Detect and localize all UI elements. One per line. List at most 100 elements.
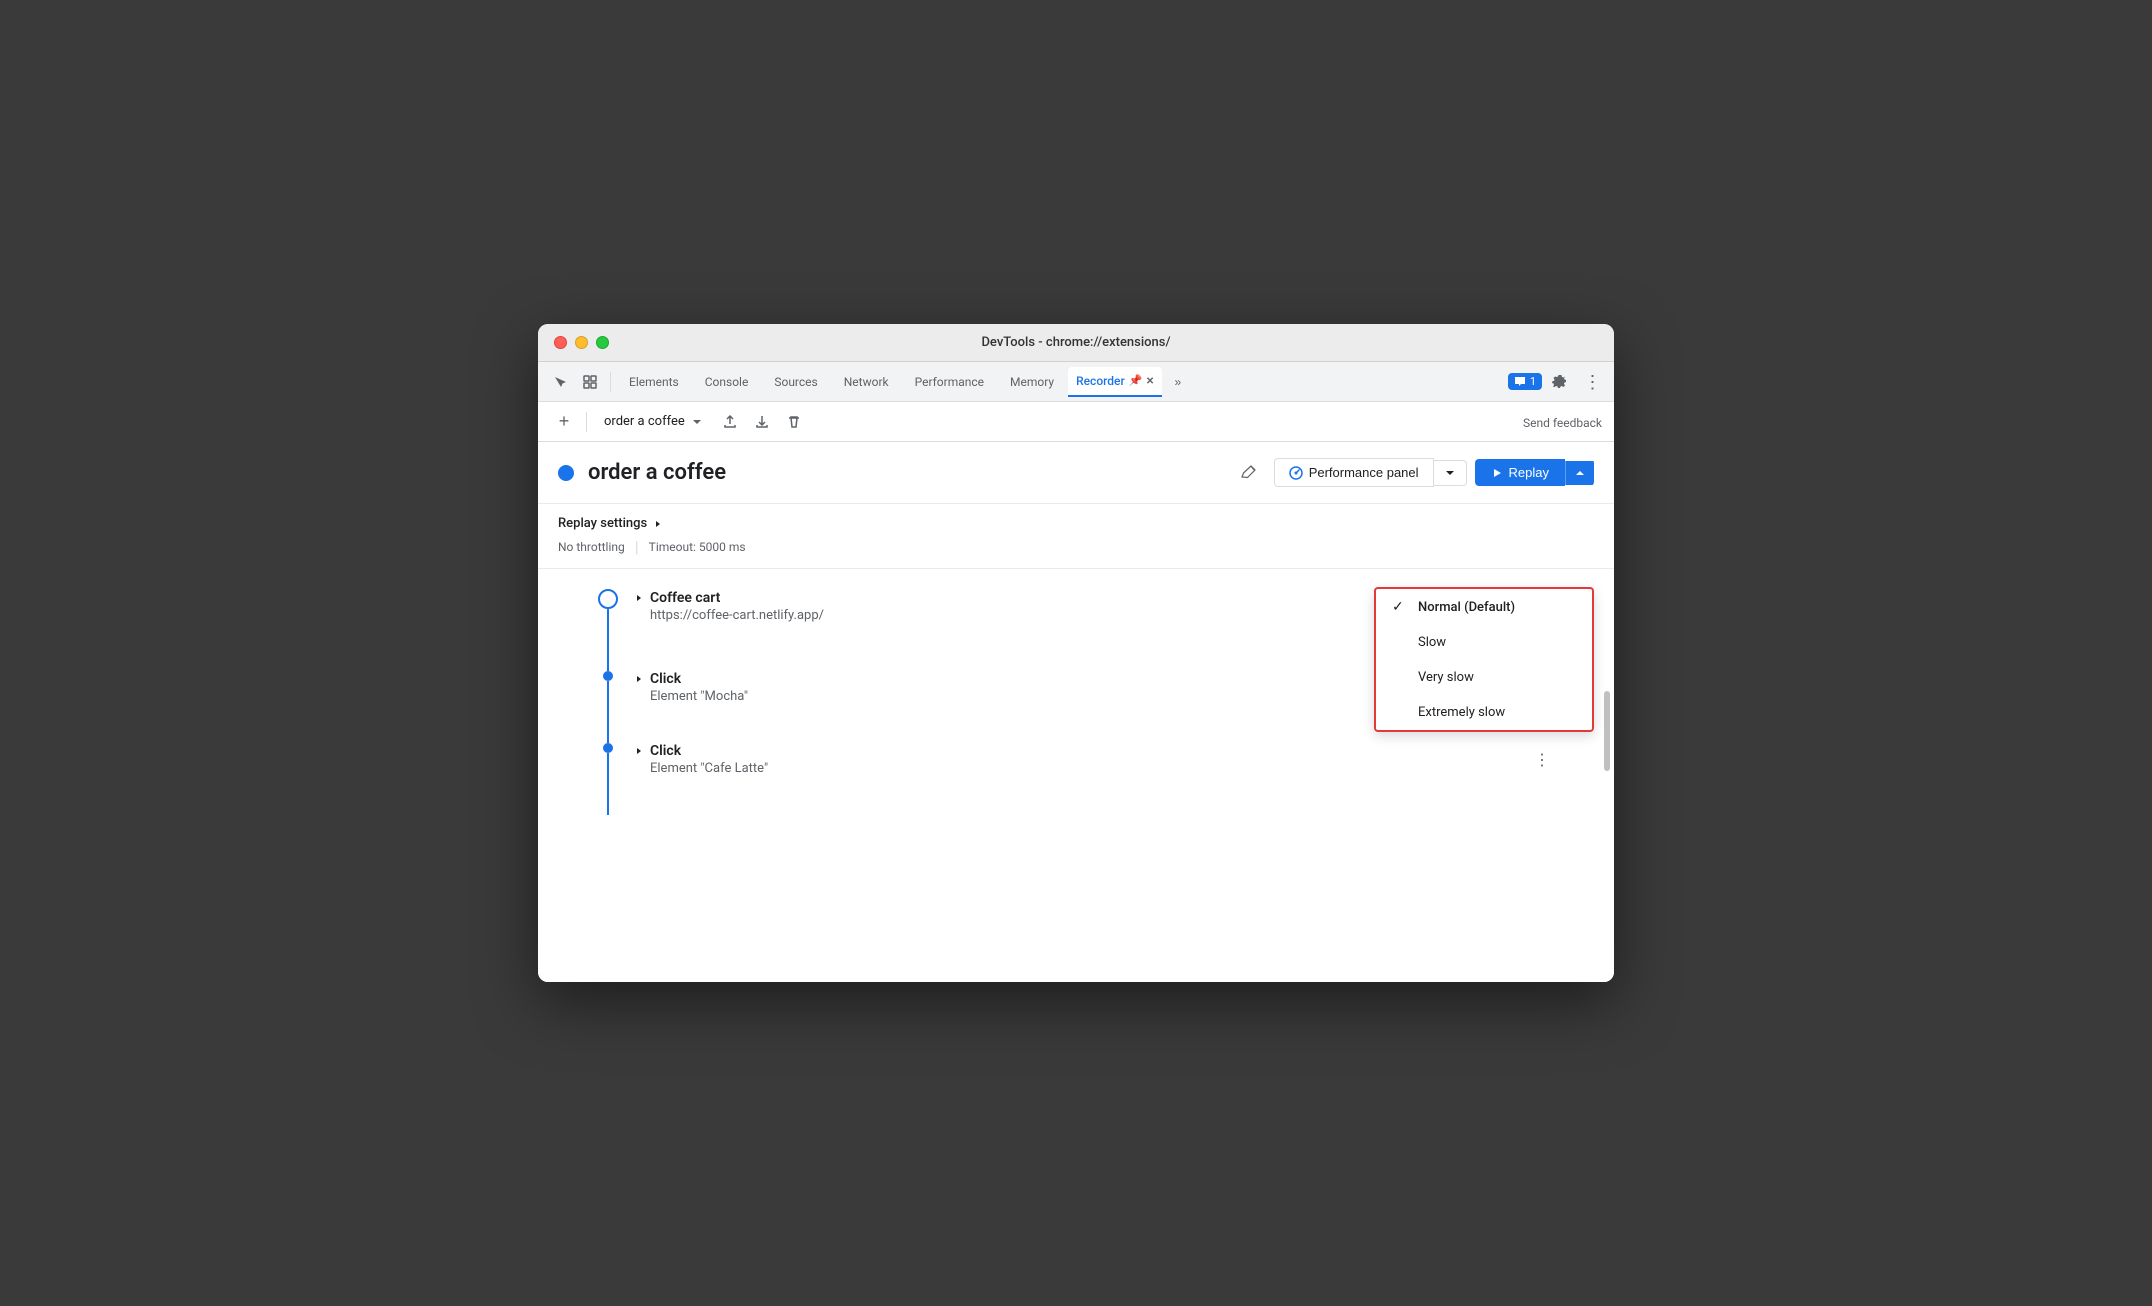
tab-network[interactable]: Network xyxy=(832,369,901,395)
speed-dropdown: ✓ Normal (Default) Slow Very slow Extrem… xyxy=(1374,587,1594,732)
recording-header: order a coffee Performance panel xyxy=(538,442,1614,504)
traffic-lights xyxy=(554,336,609,349)
speed-option-very-slow[interactable]: Very slow xyxy=(1376,660,1592,695)
checkmark-icon: ✓ xyxy=(1392,599,1408,615)
cursor-icon xyxy=(553,375,567,389)
export-btn[interactable] xyxy=(716,408,744,436)
replay-settings-title[interactable]: Replay settings xyxy=(558,516,1594,531)
tab-console[interactable]: Console xyxy=(693,369,761,395)
tab-recorder[interactable]: Recorder 📌 × xyxy=(1068,367,1162,397)
step-vertical-line-1 xyxy=(607,609,609,671)
send-feedback-link[interactable]: Send feedback xyxy=(1523,416,1602,430)
step-node-mocha xyxy=(598,671,618,743)
tab-sources[interactable]: Sources xyxy=(762,369,829,395)
vertical-dots-icon: ⋮ xyxy=(1584,373,1601,391)
performance-panel-btn[interactable]: Performance panel xyxy=(1274,458,1434,487)
step-node-coffee-cart xyxy=(598,589,618,671)
play-icon xyxy=(1491,467,1503,479)
step-vertical-line-2 xyxy=(607,681,609,743)
replay-button-group: Replay xyxy=(1475,459,1594,486)
devtools-window: DevTools - chrome://extensions/ Elements… xyxy=(538,324,1614,982)
more-options-btn[interactable]: ⋮ xyxy=(1578,368,1606,396)
step-content-cafe-latte: Click Element "Cafe Latte" ⋮ xyxy=(634,743,1554,776)
speed-option-extremely-slow[interactable]: Extremely slow xyxy=(1376,695,1592,730)
settings-separator: | xyxy=(635,537,639,556)
gear-icon xyxy=(1552,374,1568,390)
chevron-down-icon-perf xyxy=(1444,467,1456,479)
delete-btn[interactable] xyxy=(780,408,808,436)
step-vertical-line-3 xyxy=(607,753,609,815)
performance-panel-group: Performance panel xyxy=(1274,458,1467,487)
tab-separator-1 xyxy=(610,372,611,392)
add-recording-btn[interactable]: + xyxy=(550,408,578,436)
step-subtitle-cafe-latte: Element "Cafe Latte" xyxy=(634,761,1530,776)
chat-badge[interactable]: 1 xyxy=(1508,373,1542,390)
tab-recorder-label: Recorder xyxy=(1076,374,1125,388)
pencil-icon xyxy=(1240,465,1256,481)
speed-option-extremely-slow-label: Extremely slow xyxy=(1418,705,1576,720)
step-more-btn-3[interactable]: ⋮ xyxy=(1530,748,1554,772)
inspect-icon-btn[interactable] xyxy=(576,368,604,396)
recording-selector[interactable]: order a coffee xyxy=(595,409,712,434)
titlebar: DevTools - chrome://extensions/ xyxy=(538,324,1614,362)
step-expand-icon-3[interactable] xyxy=(634,746,644,756)
step-title-coffee-cart: Coffee cart xyxy=(650,590,720,606)
step-circle-outer xyxy=(598,589,618,609)
cursor-icon-btn[interactable] xyxy=(546,368,574,396)
chat-icon xyxy=(1514,376,1526,388)
edit-recording-title-btn[interactable] xyxy=(1234,459,1262,487)
speed-option-slow[interactable]: Slow xyxy=(1376,625,1592,660)
more-tabs-btn[interactable]: » xyxy=(1164,368,1192,396)
scrollbar[interactable] xyxy=(1602,569,1610,875)
speed-option-slow-label: Slow xyxy=(1418,635,1576,650)
speed-option-normal-label: Normal (Default) xyxy=(1418,600,1576,615)
main-content: order a coffee Performance panel xyxy=(538,442,1614,982)
chevron-right-icon: » xyxy=(1175,375,1182,389)
speed-option-very-slow-label: Very slow xyxy=(1418,670,1576,685)
tab-performance[interactable]: Performance xyxy=(903,369,996,395)
tab-memory[interactable]: Memory xyxy=(998,369,1066,395)
performance-panel-label: Performance panel xyxy=(1309,465,1419,480)
import-btn[interactable] xyxy=(748,408,776,436)
step-row-cafe-latte: Click Element "Cafe Latte" ⋮ xyxy=(634,743,1554,776)
speed-option-normal[interactable]: ✓ Normal (Default) xyxy=(1376,589,1592,625)
replay-dropdown-btn[interactable] xyxy=(1565,461,1594,485)
replay-settings-label: Replay settings xyxy=(558,516,647,531)
scrollbar-thumb[interactable] xyxy=(1604,691,1610,771)
chevron-down-icon xyxy=(691,416,703,428)
timeout-label: Timeout: 5000 ms xyxy=(649,540,746,554)
maximize-button[interactable] xyxy=(596,336,609,349)
recording-selector-label: order a coffee xyxy=(604,414,685,429)
throttling-label: No throttling xyxy=(558,540,625,554)
window-title: DevTools - chrome://extensions/ xyxy=(981,335,1170,350)
step-expand-icon-1[interactable] xyxy=(634,593,644,603)
step-expand-icon-2[interactable] xyxy=(634,674,644,684)
toolbar: + order a coffee xyxy=(538,402,1614,442)
replay-main-btn[interactable]: Replay xyxy=(1475,459,1565,486)
trash-icon xyxy=(786,414,802,430)
tab-elements[interactable]: Elements xyxy=(617,369,691,395)
toolbar-separator xyxy=(586,412,587,432)
toolbar-right: Send feedback xyxy=(1523,412,1602,431)
step-dot-mocha xyxy=(603,671,613,681)
performance-panel-icon xyxy=(1289,466,1303,480)
replay-settings-section: Replay settings No throttling | Timeout:… xyxy=(538,504,1614,569)
toolbar-actions xyxy=(716,408,808,436)
tabbar: Elements Console Sources Network Perform… xyxy=(538,362,1614,402)
minimize-button[interactable] xyxy=(575,336,588,349)
close-button[interactable] xyxy=(554,336,567,349)
settings-btn[interactable] xyxy=(1546,368,1574,396)
recording-title: order a coffee xyxy=(588,460,1234,485)
chat-count: 1 xyxy=(1530,375,1536,388)
chevron-up-icon xyxy=(1574,467,1586,479)
step-info-cafe-latte: Click Element "Cafe Latte" xyxy=(634,743,1530,776)
upload-icon xyxy=(722,414,738,430)
performance-panel-dropdown-btn[interactable] xyxy=(1434,460,1467,486)
tab-recorder-close-icon[interactable]: × xyxy=(1146,373,1153,389)
replay-label: Replay xyxy=(1509,465,1549,480)
settings-info: No throttling | Timeout: 5000 ms xyxy=(558,537,1594,556)
step-dot-cafe-latte xyxy=(603,743,613,753)
step-title-row-cafe-latte: Click xyxy=(634,743,1530,759)
recording-dot xyxy=(558,465,574,481)
tabbar-right: 1 ⋮ xyxy=(1508,368,1606,396)
